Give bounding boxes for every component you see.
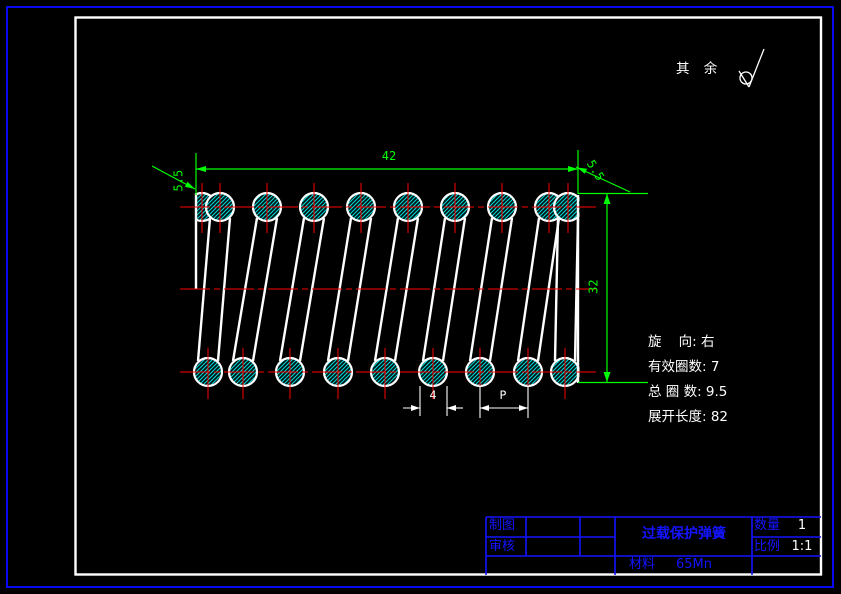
dim-wire-width: 4 [429, 388, 437, 402]
titleblock-material-label: 材料 [629, 557, 656, 572]
titleblock-drawn-label: 制图 [489, 518, 516, 533]
titleblock-checked-label: 审核 [489, 539, 516, 554]
titleblock-material-value: 65Mn [676, 557, 712, 572]
spring-wire-bands [196, 217, 580, 362]
spec-developed-length: 展开长度: 82 [648, 409, 729, 425]
spec-total-coils: 总 圈 数: 9.5 [648, 384, 728, 400]
titleblock-quantity-label: 数量 [754, 518, 781, 533]
dim-left-end: 5.5 [171, 169, 186, 192]
titleblock-quantity-value: 1 [797, 518, 807, 533]
outer-border [6, 6, 834, 588]
surface-note: 其 余 [676, 61, 723, 77]
dim-diameter: 32 [586, 279, 601, 294]
cad-drawing-page: 其 余 42 5.5 5.5 32 4 P 旋 向: 右 有效圈数: 7 总 圈… [0, 0, 841, 594]
titleblock-scale-value: 1:1 [791, 539, 813, 554]
surface-finish-icon [738, 48, 765, 88]
titleblock-scale-label: 比例 [754, 539, 781, 554]
spec-winding-direction: 旋 向: 右 [648, 334, 715, 350]
dim-pitch: P [499, 388, 507, 402]
cad-canvas [6, 6, 834, 588]
titleblock-part-name: 过载保护弹簧 [642, 526, 726, 542]
spec-active-coils: 有效圈数: 7 [648, 359, 720, 375]
dim-free-length: 42 [381, 149, 397, 163]
